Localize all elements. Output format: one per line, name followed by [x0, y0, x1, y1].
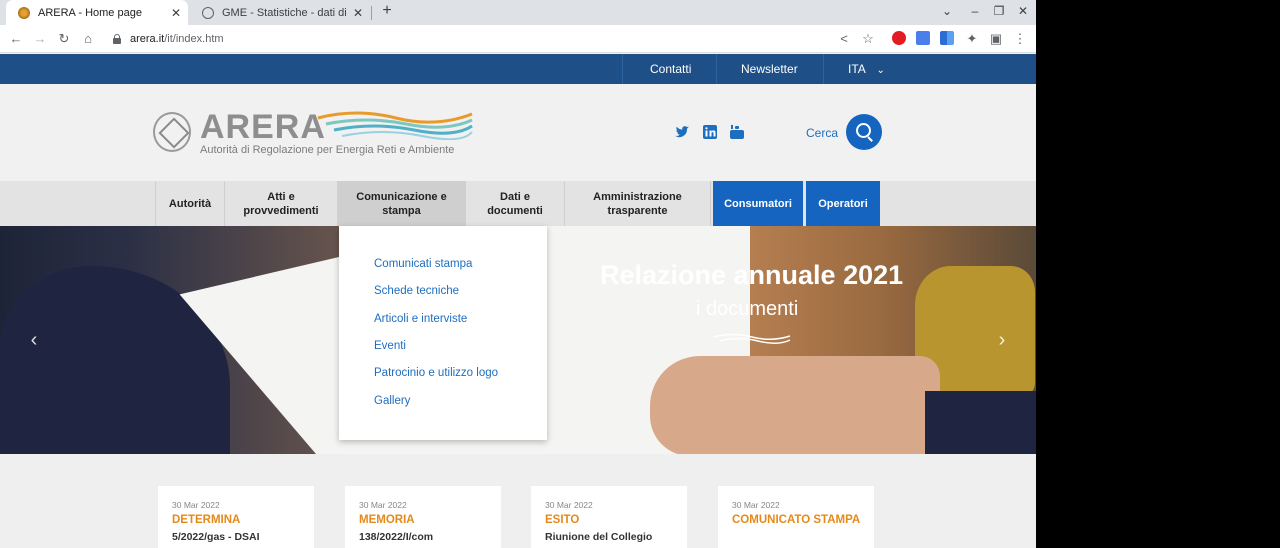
arera-favicon-icon: [18, 6, 30, 19]
dropdown-item-eventi[interactable]: Eventi: [374, 340, 406, 352]
hero-hand-image: [650, 356, 940, 454]
news-card[interactable]: 30 Mar 2022 MEMORIA 138/2022/I/com: [345, 486, 501, 548]
hero-cuff-image: [925, 391, 1036, 454]
language-label: ITA: [848, 62, 866, 76]
nav-label: Atti e provvedimenti: [243, 190, 319, 217]
twitter-icon[interactable]: [674, 124, 690, 140]
close-icon[interactable]: ✕: [350, 6, 366, 20]
restore-icon[interactable]: ❐: [990, 4, 1008, 18]
empty-screen-area: [1036, 0, 1280, 548]
nav-dati-documenti[interactable]: Dati e documenti: [466, 181, 565, 226]
side-panel-icon[interactable]: ▣: [986, 29, 1006, 49]
dropdown-item-comunicati-stampa[interactable]: Comunicati stampa: [374, 258, 472, 270]
divider: [622, 54, 623, 84]
hero-title[interactable]: Relazione annuale 2021: [600, 260, 903, 291]
nav-consumatori[interactable]: Consumatori: [713, 181, 804, 226]
divider: [716, 54, 717, 84]
chevron-down-icon[interactable]: ⌄: [938, 4, 956, 18]
contatti-link[interactable]: Contatti: [650, 54, 691, 84]
dropdown-item-schede-tecniche[interactable]: Schede tecniche: [374, 285, 459, 297]
star-icon[interactable]: ☆: [858, 29, 878, 49]
nav-label: Autorità: [168, 197, 212, 210]
news-type: COMUNICATO STAMPA: [732, 514, 861, 526]
news-type: MEMORIA: [359, 514, 415, 526]
tab-divider: [371, 6, 372, 20]
main-navigation: Autorità Atti e provvedimenti Comunicazi…: [0, 181, 1036, 226]
tab-strip: ARERA - Home page ✕ GME - Statistiche - …: [0, 0, 1036, 25]
address-bar[interactable]: arera.it/it/index.htm: [104, 28, 884, 50]
tab-title: GME - Statistiche - dati di sintesi: [222, 6, 350, 19]
tab-gme[interactable]: GME - Statistiche - dati di sintesi ✕: [190, 0, 370, 25]
new-tab-icon[interactable]: +: [378, 2, 396, 22]
dropdown-item-gallery[interactable]: Gallery: [374, 395, 410, 407]
nav-amministrazione-trasparente[interactable]: Amministrazione trasparente: [565, 181, 711, 226]
nav-label: Amministrazione trasparente: [593, 190, 682, 217]
reload-icon[interactable]: ↻: [54, 29, 74, 49]
news-card[interactable]: 30 Mar 2022 DETERMINA 5/2022/gas - DSAI: [158, 486, 314, 548]
kebab-menu-icon[interactable]: ⋮: [1010, 29, 1030, 49]
url-host: arera.it: [130, 33, 165, 45]
news-card[interactable]: 30 Mar 2022 COMUNICATO STAMPA: [718, 486, 874, 548]
comunicazione-dropdown: Comunicati stampa Schede tecniche Artico…: [339, 226, 547, 440]
site-header: ARERA Autorità di Regolazione per Energi…: [0, 84, 1036, 181]
close-icon[interactable]: ✕: [168, 6, 184, 20]
analytics-extension-icon[interactable]: [940, 31, 954, 45]
minimize-icon[interactable]: –: [966, 4, 984, 18]
italian-republic-emblem-icon: [153, 112, 191, 152]
wave-icon: [713, 333, 791, 344]
chevron-down-icon: ⌄: [876, 65, 885, 76]
news-date: 30 Mar 2022: [172, 500, 220, 510]
url-text: arera.it/it/index.htm: [130, 33, 224, 45]
news-date: 30 Mar 2022: [732, 500, 780, 510]
news-description: 5/2022/gas - DSAI: [172, 531, 260, 543]
news-description: Riunione del Collegio: [545, 531, 653, 543]
news-type: ESITO: [545, 514, 580, 526]
nav-label: Consumatori: [724, 197, 792, 210]
news-strip: 30 Mar 2022 DETERMINA 5/2022/gas - DSAI …: [0, 454, 1036, 548]
search-icon[interactable]: [846, 114, 882, 150]
browser-toolbar: ← → ↻ ⌂ arera.it/it/index.htm < ☆ ✦ ▣ ⋮: [0, 25, 1036, 53]
carousel-next-icon[interactable]: ›: [994, 330, 1010, 350]
nav-atti-provvedimenti[interactable]: Atti e provvedimenti: [225, 181, 338, 226]
arrow-left-icon[interactable]: ←: [6, 29, 26, 49]
carousel-prev-icon[interactable]: ‹: [26, 330, 42, 350]
language-selector[interactable]: ITA ⌄: [848, 54, 885, 84]
nav-operatori[interactable]: Operatori: [806, 181, 881, 226]
search-label[interactable]: Cerca: [806, 126, 838, 140]
window-close-icon[interactable]: ✕: [1014, 4, 1032, 18]
dropdown-item-articoli-interviste[interactable]: Articoli e interviste: [374, 313, 467, 325]
news-date: 30 Mar 2022: [545, 500, 593, 510]
site-topbar: Contatti Newsletter ITA ⌄: [0, 54, 1036, 84]
logo-wordmark[interactable]: ARERA: [200, 108, 326, 147]
youtube-icon[interactable]: [729, 124, 745, 140]
news-card[interactable]: 30 Mar 2022 ESITO Riunione del Collegio: [531, 486, 687, 548]
nav-comunicazione-stampa[interactable]: Comunicazione e stampa: [338, 181, 466, 226]
lock-icon[interactable]: [112, 34, 122, 44]
logo-waves-icon: [317, 111, 473, 140]
puzzle-icon[interactable]: ✦: [962, 29, 982, 49]
newsletter-link[interactable]: Newsletter: [741, 54, 798, 84]
translate-extension-icon[interactable]: [916, 31, 930, 45]
dropdown-item-patrocinio[interactable]: Patrocinio e utilizzo logo: [374, 367, 498, 379]
linkedin-icon[interactable]: [702, 124, 718, 140]
tab-title: ARERA - Home page: [38, 6, 142, 19]
share-icon[interactable]: <: [834, 29, 854, 49]
nav-label: Comunicazione e stampa: [356, 190, 447, 217]
news-description: 138/2022/I/com: [359, 531, 434, 543]
nav-label: Operatori: [818, 197, 868, 210]
news-type: DETERMINA: [172, 514, 241, 526]
opera-extension-icon[interactable]: [892, 31, 906, 45]
divider: [823, 54, 824, 84]
logo-subtitle: Autorità di Regolazione per Energia Reti…: [200, 144, 455, 156]
url-path: /it/index.htm: [164, 33, 224, 45]
nav-autorita[interactable]: Autorità: [155, 181, 225, 226]
nav-label: Dati e documenti: [487, 190, 543, 217]
news-date: 30 Mar 2022: [359, 500, 407, 510]
browser-window: ARERA - Home page ✕ GME - Statistiche - …: [0, 0, 1036, 548]
arrow-right-icon[interactable]: →: [30, 29, 50, 49]
tab-arera[interactable]: ARERA - Home page ✕: [6, 0, 188, 25]
globe-icon: [202, 6, 214, 19]
home-icon[interactable]: ⌂: [78, 29, 98, 49]
hero-subtitle[interactable]: i documenti: [696, 298, 798, 321]
